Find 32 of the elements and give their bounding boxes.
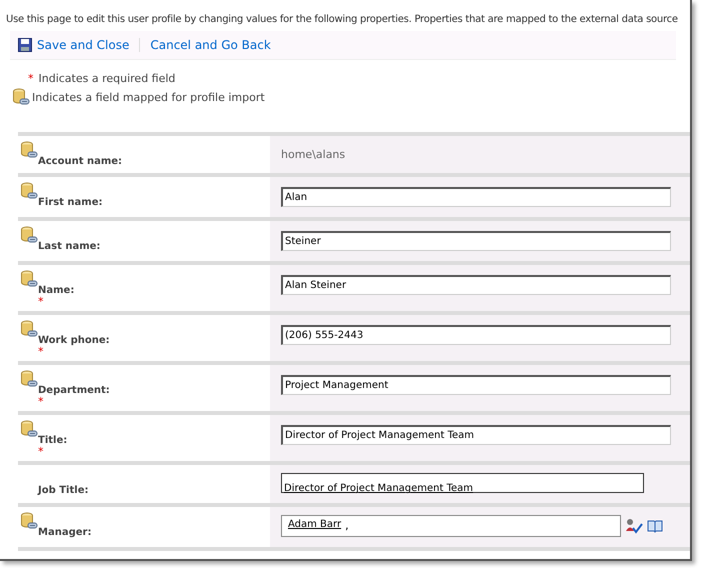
address-book-icon[interactable] [647,519,663,533]
required-mark: * [38,448,44,457]
input-field[interactable]: Steiner [281,231,671,251]
required-mark: * [28,72,34,85]
field-label: First name: [38,196,104,210]
field-label: Account name: [38,155,124,169]
input-field[interactable]: Director of Project Management Team [281,425,671,445]
mapped-field-icon [12,88,30,106]
field-label: Name: [38,284,76,296]
required-mark: * [38,298,44,307]
required-mark: * [38,348,44,357]
field-label: Title: [38,434,68,446]
input-field[interactable]: Director of Project Management Team [281,473,644,493]
field-label: Department: [38,384,111,396]
check-names-icon[interactable] [625,518,643,534]
field-label: Job Title: [38,484,90,498]
save-button[interactable]: Save and Close [18,38,140,52]
input-field[interactable]: Project Management [281,375,671,395]
legend-text: Indicates a required field [38,72,176,85]
required-mark: * [38,398,44,407]
cancel-button[interactable]: Cancel and Go Back [150,38,281,52]
people-picker-field[interactable]: Adam Barr , [281,515,621,537]
field-label: Last name: [38,240,102,254]
input-field[interactable]: (206) 555-2443 [281,325,671,345]
input-field[interactable]: Alan [281,187,671,207]
account-value: home\alans [281,147,346,161]
input-field[interactable]: Alan Steiner [281,275,671,295]
legend-text: Indicates a field mapped for profile import [32,90,265,104]
person-link[interactable]: Adam Barr [288,519,342,533]
field-label: Work phone: [38,334,111,346]
intro-text: Use this page to edit this user profile by changing values for the following properties. Properties that are mapped to the external data source [6,14,679,25]
field-label: Manager: [38,526,92,540]
